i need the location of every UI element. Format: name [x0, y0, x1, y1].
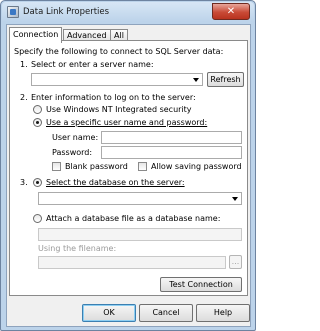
tab-all-label: All — [114, 31, 124, 40]
windows-security-radio[interactable] — [33, 105, 42, 114]
test-connection-button[interactable]: Test Connection — [160, 277, 242, 292]
title-bar[interactable]: Data Link Properties ✕ — [2, 2, 254, 22]
select-database-radio[interactable] — [33, 178, 42, 187]
attach-database-radio[interactable] — [33, 214, 42, 223]
specific-user-label: Use a specific user name and password: — [46, 118, 208, 127]
test-connection-label: Test Connection — [169, 280, 233, 289]
step1-label: Select or enter a server name: — [31, 60, 154, 69]
ok-button[interactable]: OK — [82, 304, 136, 322]
dialog-body: Connection Advanced All Specify the foll… — [6, 24, 251, 327]
allow-saving-password-label: Allow saving password — [151, 162, 242, 171]
window-title: Data Link Properties — [23, 7, 110, 17]
blank-password-checkbox[interactable] — [52, 162, 61, 171]
step3-number: 3. — [20, 178, 28, 187]
data-link-icon — [7, 6, 19, 18]
browse-button-label: ... — [231, 257, 240, 266]
password-label: Password: — [52, 148, 93, 157]
refresh-button-label: Refresh — [210, 75, 241, 84]
windows-security-label: Use Windows NT Integrated security — [46, 105, 192, 114]
using-filename-label: Using the filename: — [38, 244, 117, 253]
select-database-label: Select the database on the server: — [46, 178, 185, 187]
step2-number: 2. — [20, 93, 28, 102]
attach-database-name-input[interactable] — [38, 228, 242, 241]
tab-advanced-label: Advanced — [67, 31, 107, 40]
blank-password-label: Blank password — [65, 162, 128, 171]
attach-database-label: Attach a database file as a database nam… — [46, 214, 221, 223]
database-combobox[interactable] — [38, 192, 242, 205]
password-input[interactable] — [101, 146, 242, 159]
chevron-down-icon[interactable] — [232, 197, 238, 201]
cancel-button-label: Cancel — [152, 308, 180, 317]
help-button-label: Help — [213, 308, 233, 317]
user-name-input[interactable] — [101, 131, 242, 144]
chevron-down-icon[interactable] — [193, 78, 199, 82]
tab-connection[interactable]: Connection — [9, 27, 63, 43]
step1-number: 1. — [20, 60, 28, 69]
user-name-label: User name: — [52, 133, 99, 142]
help-button[interactable]: Help — [196, 304, 250, 322]
tab-connection-label: Connection — [13, 30, 59, 39]
data-link-properties-window: Data Link Properties ✕ Connection Advanc… — [0, 0, 256, 331]
filename-input[interactable] — [38, 256, 226, 269]
intro-text: Specify the following to connect to SQL … — [14, 47, 224, 56]
browse-button[interactable]: ... — [229, 255, 242, 269]
connection-panel: Specify the following to connect to SQL … — [9, 40, 248, 296]
step2-label: Enter information to log on to the serve… — [31, 93, 196, 102]
specific-user-radio[interactable] — [33, 118, 42, 127]
close-icon: ✕ — [226, 6, 236, 17]
cancel-button[interactable]: Cancel — [139, 304, 193, 322]
close-button[interactable]: ✕ — [212, 3, 250, 20]
ok-button-label: OK — [103, 308, 115, 317]
server-name-combobox[interactable] — [31, 73, 203, 86]
allow-saving-password-checkbox[interactable] — [138, 162, 147, 171]
refresh-button[interactable]: Refresh — [207, 72, 244, 87]
